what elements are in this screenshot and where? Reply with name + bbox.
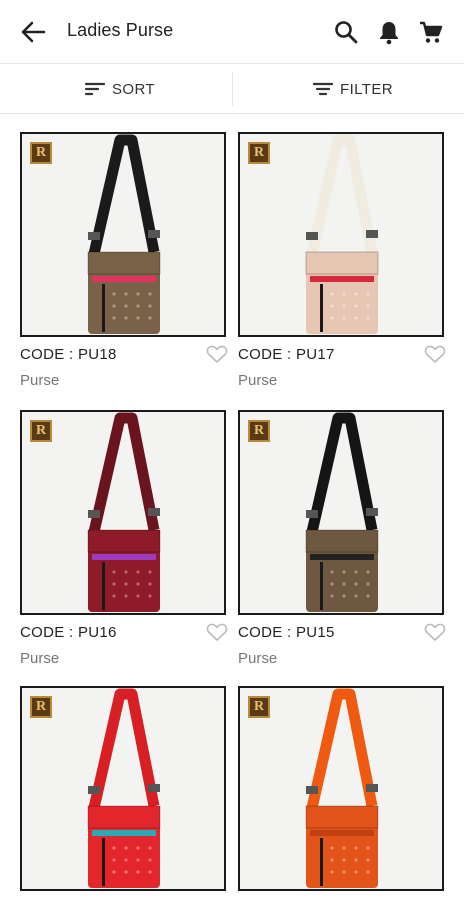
app-bar: Ladies Purse [0,0,464,64]
brand-logo: R [248,420,270,442]
search-icon[interactable] [332,18,360,46]
product-code: CODE : PU16 [20,624,117,641]
brand-logo: R [30,696,52,718]
purse-illustration [87,688,161,888]
page-title: Ladies Purse [67,20,174,40]
product-code: CODE : PU17 [238,346,335,363]
sort-icon [84,82,106,96]
heart-icon[interactable] [424,622,446,642]
heart-icon[interactable] [206,344,228,364]
filter-label: FILTER [340,80,393,98]
brand-logo: R [248,696,270,718]
product-category: Purse [238,650,278,667]
heart-icon[interactable] [424,344,446,364]
product-image[interactable]: R [20,410,226,615]
product-category: Purse [20,372,60,389]
product-category: Purse [238,372,278,389]
filter-button[interactable]: FILTER [312,64,393,114]
purse-illustration [87,134,161,334]
cart-icon[interactable] [417,18,445,46]
product-image[interactable]: R [238,132,444,337]
product-image[interactable]: R [20,686,226,891]
brand-logo: R [30,142,52,164]
product-image[interactable]: R [20,132,226,337]
product-image[interactable]: R [238,686,444,891]
product-code: CODE : PU15 [238,624,335,641]
divider [232,72,233,106]
purse-illustration [305,134,379,334]
heart-icon[interactable] [206,622,228,642]
purse-illustration [305,688,379,888]
filter-icon [312,82,334,96]
product-code: CODE : PU18 [20,346,117,363]
bell-icon[interactable] [375,18,403,46]
product-category: Purse [20,650,60,667]
arrow-left-icon[interactable] [18,18,48,46]
brand-logo: R [30,420,52,442]
purse-illustration [305,412,379,612]
product-image[interactable]: R [238,410,444,615]
brand-logo: R [248,142,270,164]
purse-illustration [87,412,161,612]
sort-filter-bar: SORT FILTER [0,64,464,114]
sort-label: SORT [112,80,155,98]
sort-button[interactable]: SORT [84,64,155,114]
